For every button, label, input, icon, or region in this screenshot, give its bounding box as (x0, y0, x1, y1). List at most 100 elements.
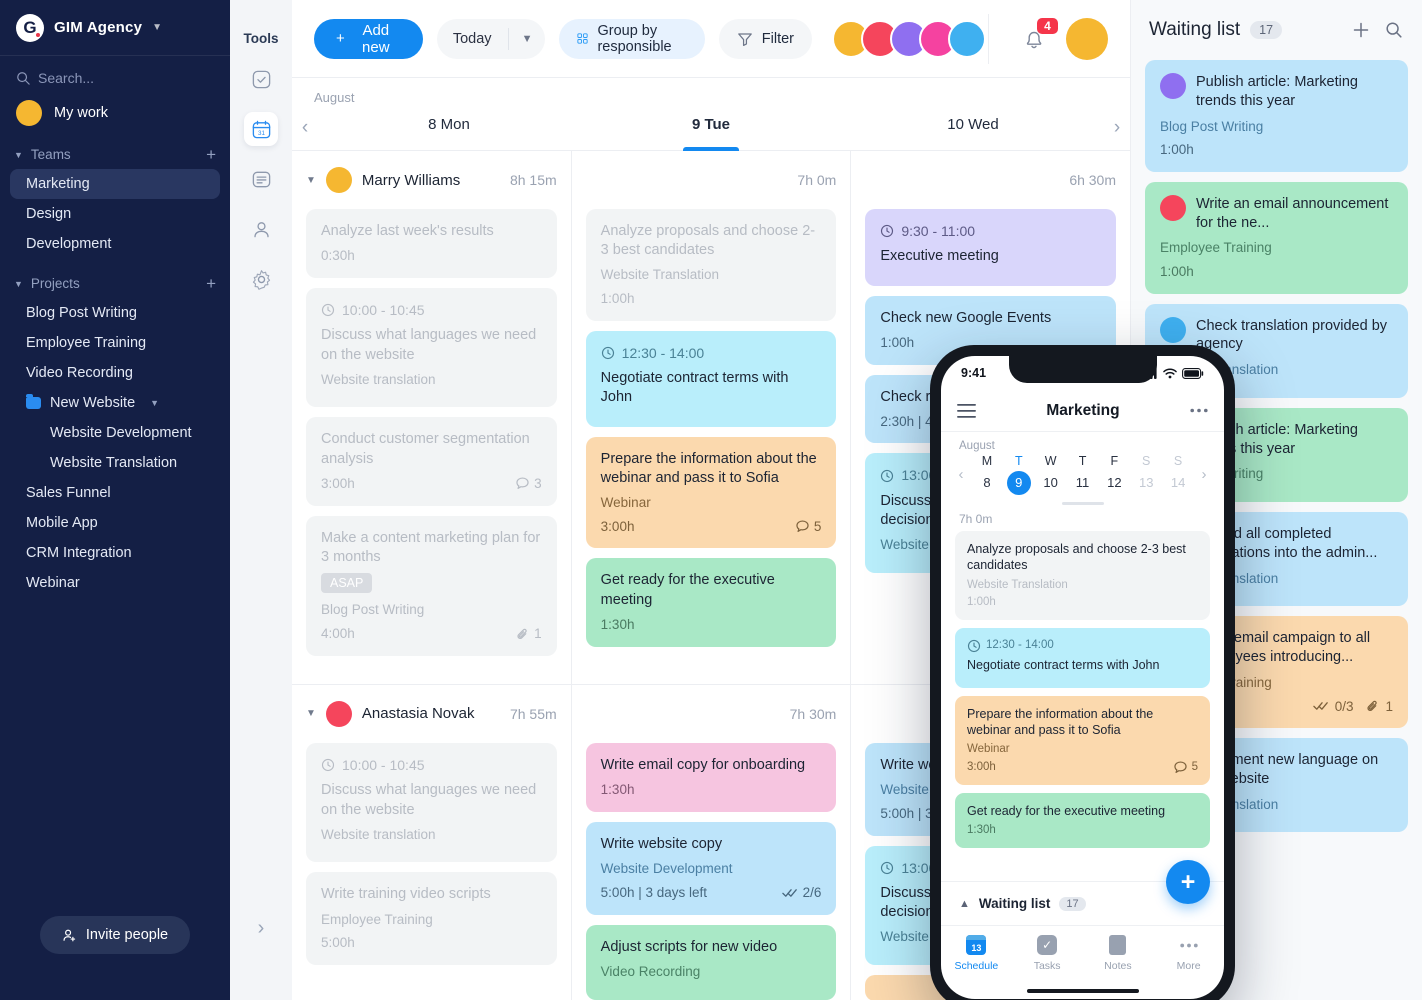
search-input[interactable]: Search... (0, 56, 230, 94)
task-card[interactable]: Get ready for the executive meeting 1:30h (585, 558, 837, 647)
add-project-button[interactable]: + (206, 275, 216, 292)
tool-calendar[interactable]: 31 (244, 112, 278, 146)
day-tab[interactable]: 8 Mon (318, 105, 580, 151)
notifications-button[interactable]: 4 (1022, 17, 1058, 51)
sidebar-item-sales-funnel[interactable]: Sales Funnel (10, 478, 220, 508)
task-card[interactable]: 9:30 - 11:00 Executive meeting (865, 209, 1117, 286)
task-project: Website Translation (967, 578, 1068, 591)
task-card[interactable]: 10:00 - 10:45 Discuss what languages we n… (306, 742, 557, 863)
add-new-button[interactable]: + Add new (314, 18, 423, 59)
phone-day-cell[interactable]: S 13 (1130, 454, 1162, 495)
task-card[interactable]: Adjust scripts for new video Video Record… (585, 924, 837, 1000)
prev-day-button[interactable]: ‹ (292, 117, 318, 139)
phone-day-letter: S (1142, 454, 1151, 468)
tool-notes[interactable] (244, 162, 278, 196)
task-meta: 1:00h (967, 595, 1198, 610)
sidebar-item-website-development[interactable]: Website Development (10, 418, 220, 448)
group-by-responsible-button[interactable]: Group by responsible (559, 18, 705, 59)
chevron-down-icon[interactable]: ▼ (306, 708, 316, 719)
filter-button[interactable]: Filter (718, 18, 812, 59)
sidebar-item-design[interactable]: Design (10, 199, 220, 229)
phone-more-button[interactable] (1190, 408, 1208, 413)
task-project: Webinar (967, 743, 1010, 756)
phone-tab-notes[interactable]: Notes (1083, 933, 1154, 987)
phone-waiting-list-row[interactable]: ▲ Waiting list 17 + (941, 860, 1224, 925)
sidebar-item-employee-training[interactable]: Employee Training (10, 328, 220, 358)
tool-settings[interactable] (244, 262, 278, 296)
phone-day-cell[interactable]: S 14 (1162, 454, 1194, 495)
task-card[interactable]: Prepare the information about the webina… (585, 436, 837, 549)
projects-section-header[interactable]: ▼ Projects + (0, 269, 230, 298)
task-project: Website translation (321, 371, 436, 387)
grid-icon (577, 33, 589, 44)
chevron-down-icon[interactable]: ▼ (509, 33, 546, 45)
chevron-down-icon[interactable]: ▼ (306, 175, 316, 186)
sidebar-item-label: Sales Funnel (26, 485, 111, 501)
sidebar-item-webinar[interactable]: Webinar (10, 568, 220, 598)
sidebar-item-label: CRM Integration (26, 545, 132, 561)
phone-day-cell[interactable]: W 10 (1035, 454, 1067, 495)
task-card[interactable]: 12:30 - 14:00 Negotiate contract terms wi… (585, 330, 837, 427)
sidebar-item-blog-post-writing[interactable]: Blog Post Writing (10, 298, 220, 328)
clock-icon (881, 225, 894, 238)
task-card[interactable]: 12:30 - 14:00 Negotiate contract terms wi… (955, 628, 1210, 688)
tool-tasks-check[interactable] (244, 62, 278, 96)
task-card[interactable]: Conduct customer segmentation analysis 3:… (306, 417, 557, 506)
sidebar-item-website-translation[interactable]: Website Translation (10, 448, 220, 478)
task-card[interactable]: Write training video scripts Employee Tra… (306, 872, 557, 966)
sidebar-item-marketing[interactable]: Marketing (10, 169, 220, 199)
task-meta: 1:30h (601, 781, 822, 799)
waiting-task-card[interactable]: Publish article: Marketing trends this y… (1145, 60, 1408, 172)
teams-section-header[interactable]: ▼ Teams + (0, 140, 230, 169)
invite-people-button[interactable]: Invite people (39, 916, 191, 954)
sidebar-item-my-work[interactable]: My work (0, 94, 230, 140)
task-title: Write email copy for onboarding (600, 756, 806, 773)
task-card[interactable]: Analyze proposals and choose 2-3 best ca… (955, 531, 1210, 621)
task-card[interactable]: Make a content marketing plan for 3 mont… (306, 515, 557, 656)
task-card[interactable]: Write website copy Website Development 5:0… (585, 821, 837, 915)
next-day-button[interactable]: › (1104, 117, 1130, 139)
phone-add-fab[interactable]: + (1166, 860, 1210, 904)
add-team-button[interactable]: + (206, 146, 216, 163)
sidebar-item-crm-integration[interactable]: CRM Integration (10, 538, 220, 568)
task-card[interactable]: Analyze proposals and choose 2-3 best ca… (585, 209, 837, 321)
toolbar-right: 4 (1000, 17, 1108, 60)
task-card[interactable]: 10:00 - 10:45 Discuss what languages we n… (306, 287, 557, 408)
phone-day-cell[interactable]: M8 (971, 454, 1003, 495)
day-tab[interactable]: 10 Wed (842, 105, 1104, 151)
day-tab[interactable]: 9 Tue (580, 105, 842, 151)
phone-day-cell[interactable]: F 12 (1098, 454, 1130, 495)
task-card[interactable]: Analyze last week's results 0:30h (306, 209, 557, 278)
task-title: Adjust scripts for new video (600, 938, 778, 955)
today-selector[interactable]: Today ▼ (436, 18, 546, 59)
task-title: Write training video scripts (321, 886, 491, 903)
team-avatars[interactable] (832, 19, 986, 58)
phone-next-week-button[interactable]: › (1194, 466, 1214, 483)
phone-prev-week-button[interactable]: ‹ (951, 466, 971, 483)
person-name: Anastasia Novak (361, 705, 475, 723)
phone-tab-schedule[interactable]: 13 Schedule (941, 933, 1012, 987)
workspace-switcher[interactable]: G GIM Agency ▼ (0, 0, 230, 56)
sidebar-item-mobile-app[interactable]: Mobile App (10, 508, 220, 538)
sidebar-item-video-recording[interactable]: Video Recording (10, 358, 220, 388)
home-indicator (1026, 989, 1139, 993)
sidebar-folder-new-website[interactable]: New Website ▼ (10, 388, 220, 418)
phone-day-cell[interactable]: T 11 (1067, 454, 1099, 495)
phone-day-cell[interactable]: T9 (1003, 454, 1035, 495)
task-title: Write an email announcement for the ne..… (1196, 195, 1389, 231)
task-card[interactable]: Get ready for the executive meeting 1:30h (955, 793, 1210, 849)
task-card[interactable]: Prepare the information about the webina… (955, 695, 1210, 785)
search-waiting-button[interactable] (1384, 20, 1404, 40)
avatar[interactable] (948, 19, 986, 58)
hamburger-menu-icon[interactable] (957, 403, 976, 418)
tool-people[interactable] (244, 212, 278, 246)
task-card[interactable]: Write email copy for onboarding 1:30h (585, 742, 837, 812)
phone-tab-tasks[interactable]: ✓ Tasks (1012, 933, 1083, 987)
user-avatar[interactable] (1066, 17, 1108, 60)
add-waiting-task-button[interactable] (1351, 20, 1371, 40)
waiting-task-card[interactable]: Write an email announcement for the ne..… (1145, 181, 1408, 294)
task-time: 9:30 - 11:00 (880, 222, 1101, 240)
sidebar-item-development[interactable]: Development (10, 229, 220, 259)
expand-sidebar-button[interactable]: › (230, 917, 292, 940)
phone-tab-more[interactable]: More (1153, 933, 1224, 987)
